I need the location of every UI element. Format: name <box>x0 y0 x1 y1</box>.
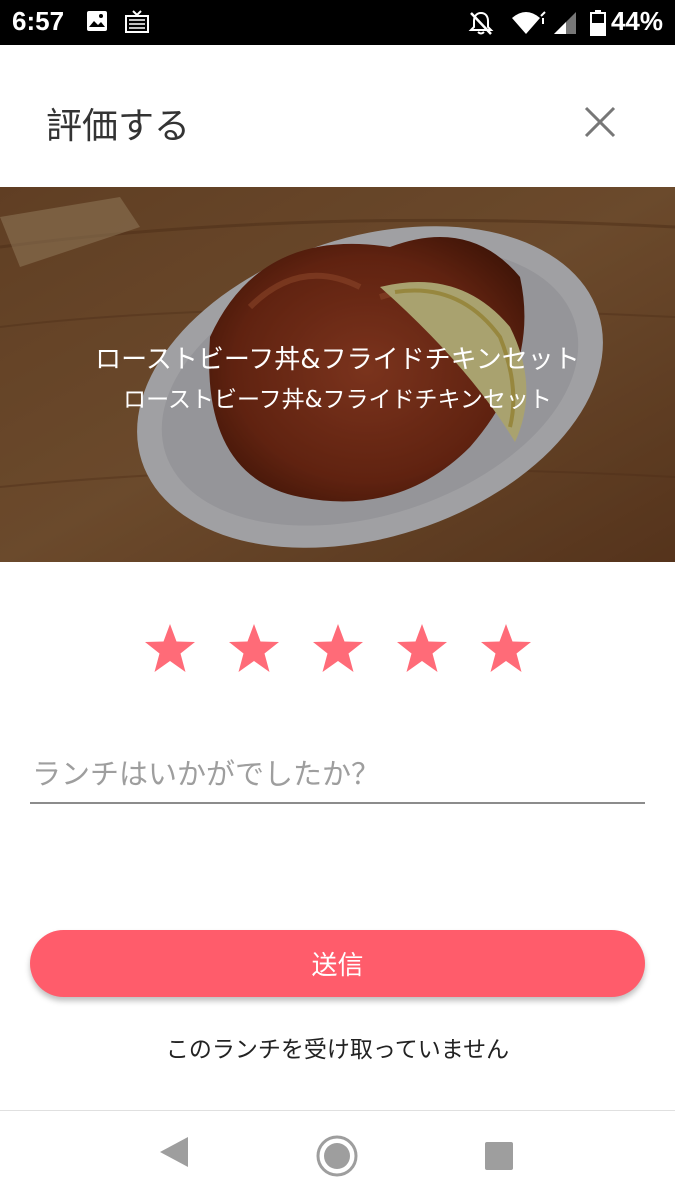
lunch-name: ローストビーフ丼&フライドチキンセット <box>95 345 580 375</box>
image-icon <box>86 10 108 36</box>
page-title: 評価する <box>46 106 191 147</box>
close-icon <box>584 106 616 138</box>
not-received-link[interactable]: このランチを受け取っていません <box>0 1030 675 1064</box>
header: 評価する <box>0 45 675 187</box>
star-icon-4[interactable] <box>395 622 449 676</box>
back-button[interactable] <box>158 1135 190 1173</box>
cellular-signal-icon <box>552 10 578 40</box>
lunch-subtitle: ローストビーフ丼&フライドチキンセット <box>123 387 552 413</box>
comment-field <box>30 746 645 804</box>
star-rating <box>0 622 675 684</box>
cast-icon <box>125 10 149 38</box>
comment-input[interactable] <box>30 746 645 802</box>
system-nav-bar <box>0 1110 675 1200</box>
recents-icon <box>485 1142 513 1170</box>
star-icon-1[interactable] <box>143 622 197 676</box>
notifications-off-icon <box>468 10 494 40</box>
battery-icon <box>590 10 606 40</box>
star-icon-3[interactable] <box>311 622 365 676</box>
home-icon <box>316 1135 358 1177</box>
submit-button[interactable]: 送信 <box>30 930 645 997</box>
back-icon <box>160 1137 188 1167</box>
recents-button[interactable] <box>484 1141 514 1175</box>
star-icon-2[interactable] <box>227 622 281 676</box>
close-button[interactable] <box>581 103 619 141</box>
lunch-photo: ローストビーフ丼&フライドチキンセット ローストビーフ丼&フライドチキンセット <box>0 187 675 562</box>
wifi-icon <box>510 10 546 40</box>
home-button[interactable] <box>316 1135 358 1181</box>
status-bar: 6:57 44% <box>0 0 675 45</box>
star-icon-5[interactable] <box>479 622 533 676</box>
battery-percent: 44% <box>610 6 663 36</box>
status-time: 6:57 <box>12 6 65 36</box>
